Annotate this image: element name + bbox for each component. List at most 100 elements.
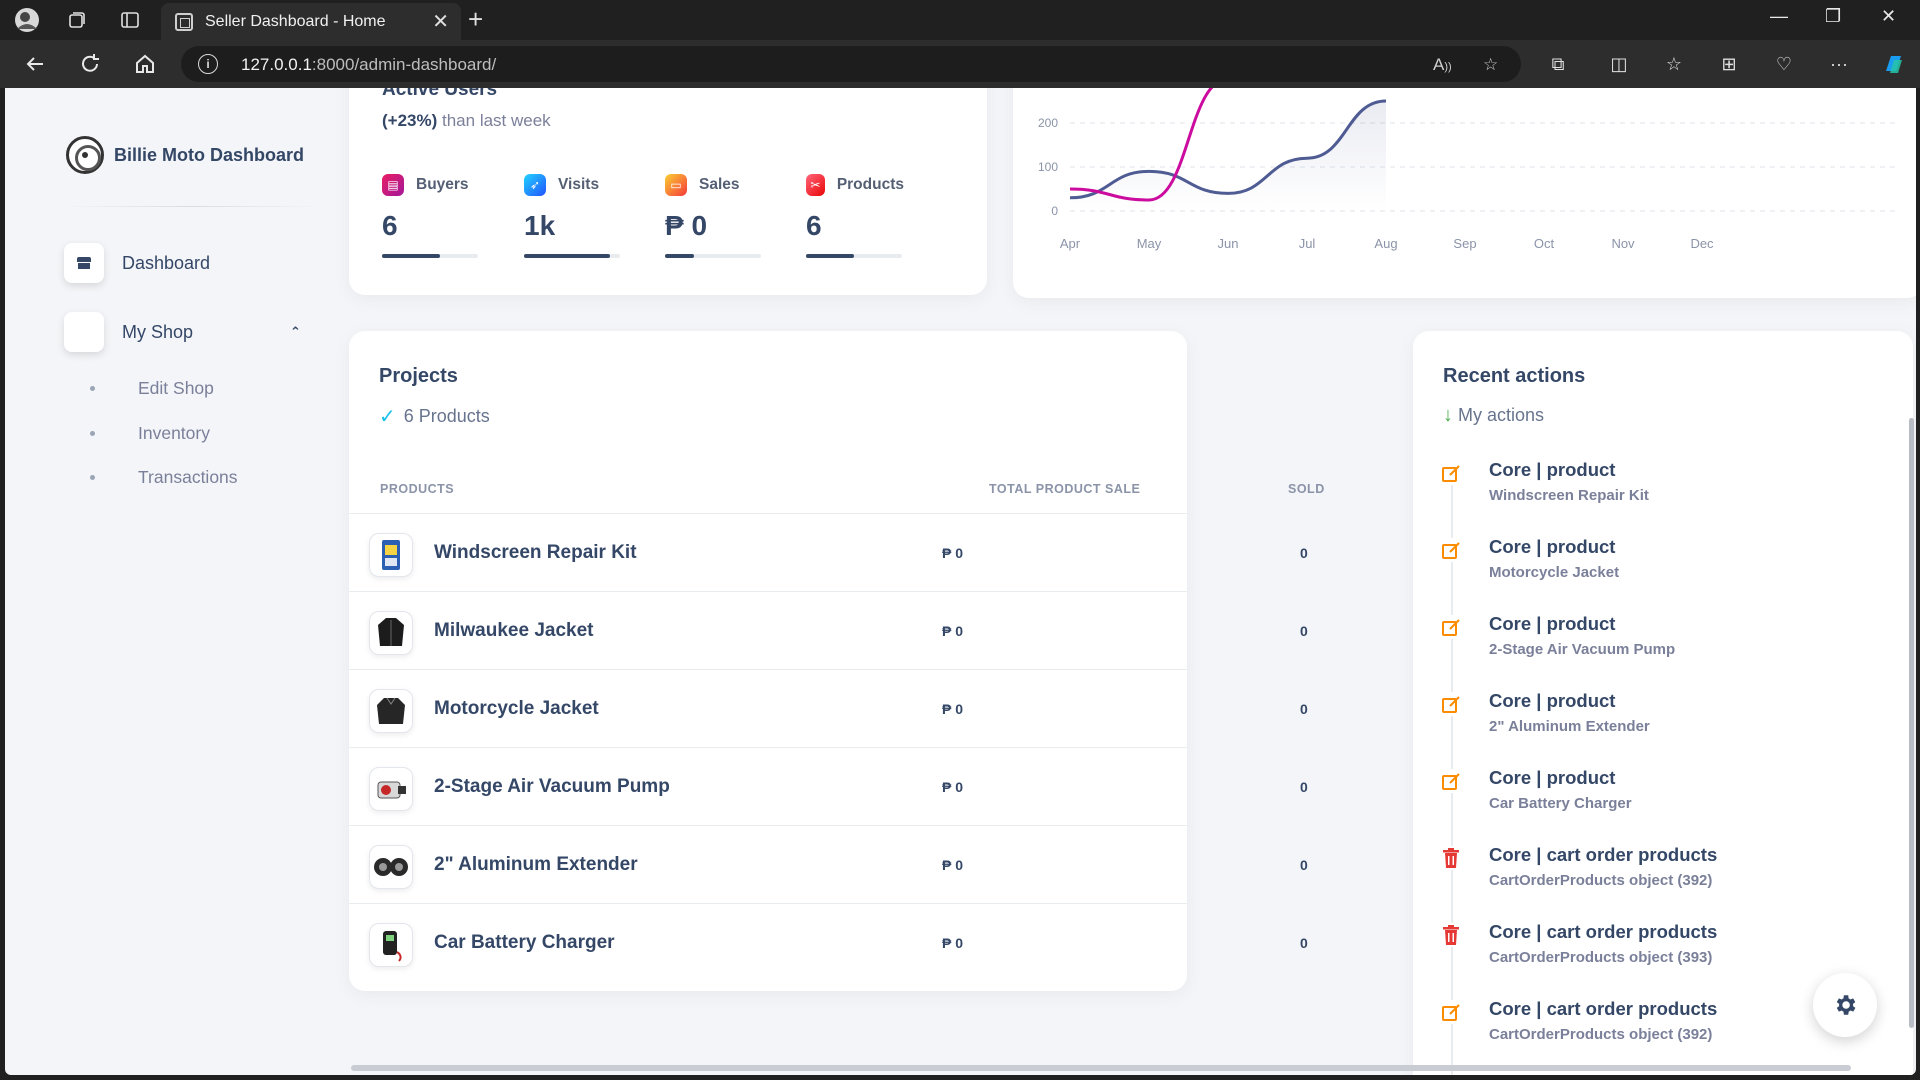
action-desc: CartOrderProducts object (392) — [1489, 872, 1713, 889]
jacket-thumb — [369, 689, 413, 733]
refresh-icon[interactable] — [76, 50, 104, 78]
column-header-sold: SOLD — [1288, 482, 1325, 496]
active-users-change: (+23%) than last week — [382, 111, 551, 130]
sidebar-divider — [61, 206, 321, 207]
action-title[interactable]: Core | product — [1489, 767, 1615, 789]
x-tick-label: Sep — [1453, 236, 1476, 251]
x-tick-label: Oct — [1534, 236, 1555, 251]
edit-icon — [1439, 1000, 1463, 1024]
product-name[interactable]: Motorcycle Jacket — [434, 698, 599, 720]
action-title[interactable]: Core | product — [1489, 613, 1615, 635]
edit-icon — [1439, 615, 1463, 639]
site-info-icon[interactable]: i — [198, 54, 218, 74]
extensions-icon[interactable]: ⧉ — [1544, 50, 1572, 78]
trash-icon — [1439, 846, 1463, 870]
shop-icon — [64, 243, 104, 283]
sidebar-item-dashboard[interactable]: Dashboard — [64, 243, 210, 283]
edit-icon — [1439, 538, 1463, 562]
recent-actions-title: Recent actions — [1443, 365, 1586, 387]
back-icon[interactable] — [21, 50, 49, 78]
action-title[interactable]: Core | product — [1489, 536, 1615, 558]
action-desc: 2-Stage Air Vacuum Pump — [1489, 641, 1676, 658]
sidebar-subitem-label: Transactions — [138, 467, 238, 487]
line-chart: 200 100 0 Apr May Jun Jul Aug Sep Oct Nov Dec — [1038, 88, 1898, 251]
product-sale: ₱ 0 — [942, 779, 964, 795]
collections-icon[interactable]: ⊞ — [1715, 50, 1743, 78]
stat-value: ₱ 0 — [665, 210, 708, 241]
tab-actions-icon[interactable] — [117, 7, 143, 33]
workspaces-icon[interactable] — [64, 7, 90, 33]
new-tab-icon[interactable]: + — [468, 4, 483, 35]
favorite-star-icon[interactable]: ☆ — [1483, 55, 1498, 75]
sidebar-subitem-inventory[interactable]: Inventory — [90, 423, 210, 444]
action-title[interactable]: Core | cart order products — [1489, 844, 1717, 866]
sidebar-item-my-shop[interactable]: My Shop — [64, 312, 193, 352]
sidebar-subitem-transactions[interactable]: Transactions — [90, 467, 238, 488]
stat-progress-bar — [806, 254, 902, 258]
read-aloud-icon[interactable]: A)) — [1433, 55, 1452, 75]
action-title[interactable]: Core | product — [1489, 690, 1615, 712]
active-tab[interactable]: Seller Dashboard - Home ✕ — [161, 3, 461, 40]
product-name[interactable]: Windscreen Repair Kit — [434, 542, 637, 564]
minimize-icon[interactable]: — — [1770, 6, 1788, 27]
product-sale: ₱ 0 — [942, 701, 964, 717]
performance-icon[interactable]: ♡ — [1770, 50, 1798, 78]
product-name[interactable]: 2" Aluminum Extender — [434, 854, 638, 876]
trash-icon — [1439, 923, 1463, 947]
table-row[interactable]: Milwaukee Jacket ₱ 0 0 — [349, 591, 1308, 669]
stat-progress-bar — [524, 254, 620, 258]
window-close-icon[interactable]: ✕ — [1881, 6, 1896, 27]
action-desc: CartOrderProducts object (393) — [1489, 949, 1713, 966]
copilot-icon[interactable] — [1880, 50, 1908, 78]
chevron-up-icon[interactable]: ⌃ — [290, 324, 301, 340]
gear-icon — [1836, 995, 1856, 1015]
sidebar-subitem-edit-shop[interactable]: Edit Shop — [90, 378, 214, 399]
url-field[interactable]: i 127.0.0.1:8000/admin-dashboard/ A)) ☆ — [181, 46, 1521, 82]
favorites-icon[interactable]: ☆ — [1660, 50, 1688, 78]
action-title[interactable]: Core | cart order products — [1489, 998, 1717, 1020]
more-menu-icon[interactable]: ··· — [1825, 50, 1853, 78]
cart-icon: ▭ — [665, 174, 687, 196]
action-title[interactable]: Core | cart order products — [1489, 921, 1717, 943]
projects-title: Projects — [379, 365, 458, 387]
sidebar: Billie Moto Dashboard Dashboard My Shop … — [5, 88, 345, 1075]
recent-actions-card: Recent actions ↓ My actions Core | produc… — [1413, 331, 1913, 1075]
x-tick-label: Apr — [1060, 236, 1081, 251]
product-sale: ₱ 0 — [942, 545, 964, 561]
bullet-icon — [90, 431, 95, 436]
product-name[interactable]: Milwaukee Jacket — [434, 620, 593, 642]
tab-close-icon[interactable]: ✕ — [432, 9, 449, 34]
table-row[interactable]: Windscreen Repair Kit ₱ 0 0 — [349, 513, 1308, 591]
stat-value: 6 — [806, 210, 822, 241]
column-header-products: PRODUCTS — [380, 482, 455, 496]
profile-avatar-icon[interactable] — [14, 7, 40, 33]
home-icon[interactable] — [131, 50, 159, 78]
repair-kit-thumb — [369, 533, 413, 577]
table-row[interactable]: Car Battery Charger ₱ 0 0 — [349, 903, 1308, 981]
stat-value: 6 — [382, 210, 398, 241]
table-row[interactable]: Motorcycle Jacket ₱ 0 0 — [349, 669, 1308, 747]
vertical-scrollbar[interactable] — [1909, 418, 1914, 1028]
horizontal-scrollbar[interactable] — [351, 1065, 1851, 1071]
arrow-down-icon: ↓ — [1443, 404, 1453, 426]
x-tick-label: May — [1137, 236, 1162, 251]
stat-name: Sales — [699, 176, 740, 193]
settings-gear-button[interactable] — [1813, 973, 1877, 1037]
restore-icon[interactable]: ❐ — [1825, 6, 1841, 27]
action-title[interactable]: Core | product — [1489, 459, 1615, 481]
product-name[interactable]: Car Battery Charger — [434, 932, 615, 954]
stat-value: 1k — [524, 210, 556, 241]
brand[interactable]: Billie Moto Dashboard — [66, 136, 304, 174]
edit-icon — [1439, 461, 1463, 485]
product-name[interactable]: 2-Stage Air Vacuum Pump — [434, 776, 670, 798]
action-desc: Motorcycle Jacket — [1489, 564, 1620, 581]
x-tick-label: Jun — [1218, 236, 1239, 251]
sidebar-subitem-label: Edit Shop — [138, 378, 214, 398]
sales-overview-card: 200 100 0 Apr May Jun Jul Aug Sep Oct Nov Dec — [1013, 88, 1916, 298]
stat-sales: ▭ Sales ₱ 0 — [665, 174, 763, 258]
table-row[interactable]: 2-Stage Air Vacuum Pump ₱ 0 0 — [349, 747, 1308, 825]
url-text: 127.0.0.1:8000/admin-dashboard/ — [241, 55, 497, 74]
table-row[interactable]: 2" Aluminum Extender ₱ 0 0 — [349, 825, 1308, 903]
rocket-icon: ➶ — [524, 174, 546, 196]
split-screen-icon[interactable]: ◫ — [1605, 50, 1633, 78]
